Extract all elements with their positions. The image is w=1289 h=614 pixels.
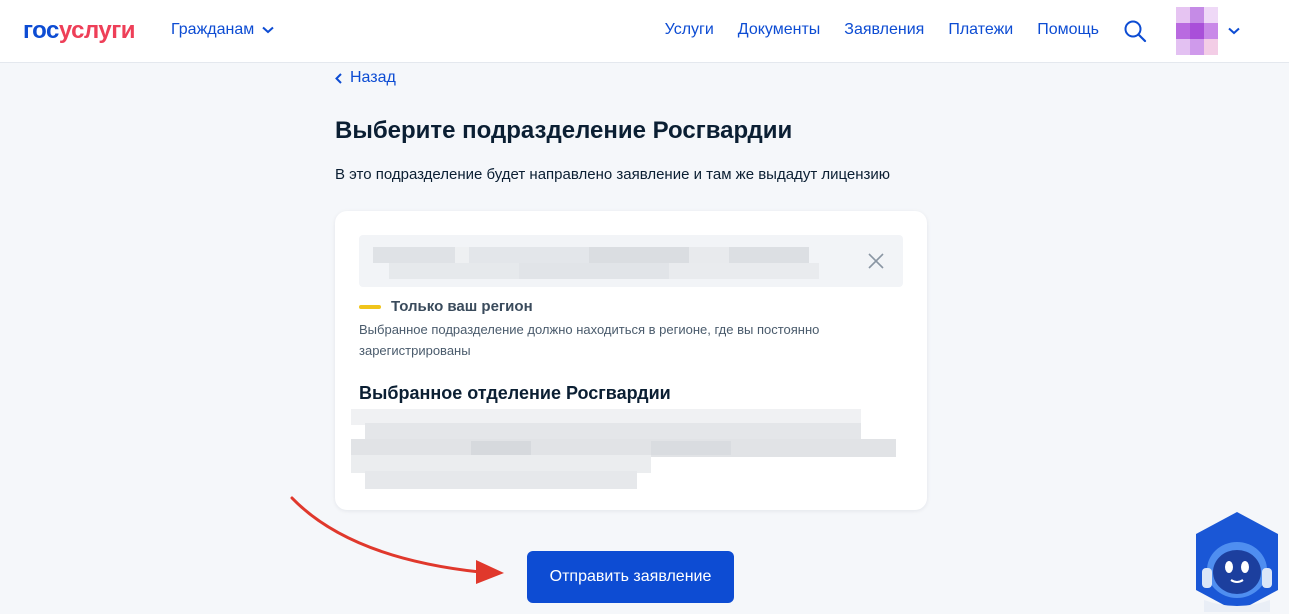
blurred-division-address (351, 409, 896, 489)
chevron-down-icon[interactable] (1228, 27, 1240, 35)
nav-help[interactable]: Помощь (1037, 21, 1099, 39)
selected-division-title: Выбранное отделение Росгвардии (359, 383, 671, 403)
nav-services[interactable]: Услуги (665, 21, 714, 39)
chevron-down-icon (262, 26, 274, 34)
blurred-value (373, 247, 809, 263)
hint-title: Только ваш регион (391, 298, 533, 315)
division-card: Только ваш регион Выбранное подразделени… (335, 211, 927, 510)
avatar[interactable] (1176, 7, 1218, 55)
chevron-left-icon (335, 72, 342, 84)
search-icon[interactable] (1123, 19, 1147, 43)
top-header: госуслуги Гражданам Услуги Документы Зая… (0, 0, 1289, 63)
logo-part-uslugi: услуги (58, 17, 136, 44)
close-icon[interactable] (867, 252, 885, 270)
assistant-robot-icon[interactable] (1194, 512, 1280, 612)
division-select-field[interactable] (359, 235, 903, 287)
audience-selector[interactable]: Гражданам (171, 21, 274, 39)
main-nav: Услуги Документы Заявления Платежи Помощ… (665, 21, 1099, 39)
region-hint: Только ваш регион (359, 298, 533, 315)
nav-payments[interactable]: Платежи (948, 21, 1013, 39)
submit-application-button[interactable]: Отправить заявление (527, 551, 734, 603)
back-link[interactable]: Назад (335, 69, 396, 87)
nav-applications[interactable]: Заявления (844, 21, 924, 39)
hint-text: Выбранное подразделение должно находитьс… (359, 322, 820, 358)
gosuslugi-logo[interactable]: госуслуги (23, 17, 136, 45)
annotation-arrow (290, 496, 504, 584)
hint-marker (359, 304, 381, 309)
back-label: Назад (350, 69, 396, 86)
logo-part-gos: гос (23, 17, 59, 44)
nav-documents[interactable]: Документы (738, 21, 820, 39)
blurred-value-2 (389, 263, 819, 279)
audience-label: Гражданам (171, 21, 255, 38)
page-subtitle: В это подразделение будет направлено зая… (335, 166, 891, 183)
page-title: Выберите подразделение Росгвардии (335, 117, 793, 144)
